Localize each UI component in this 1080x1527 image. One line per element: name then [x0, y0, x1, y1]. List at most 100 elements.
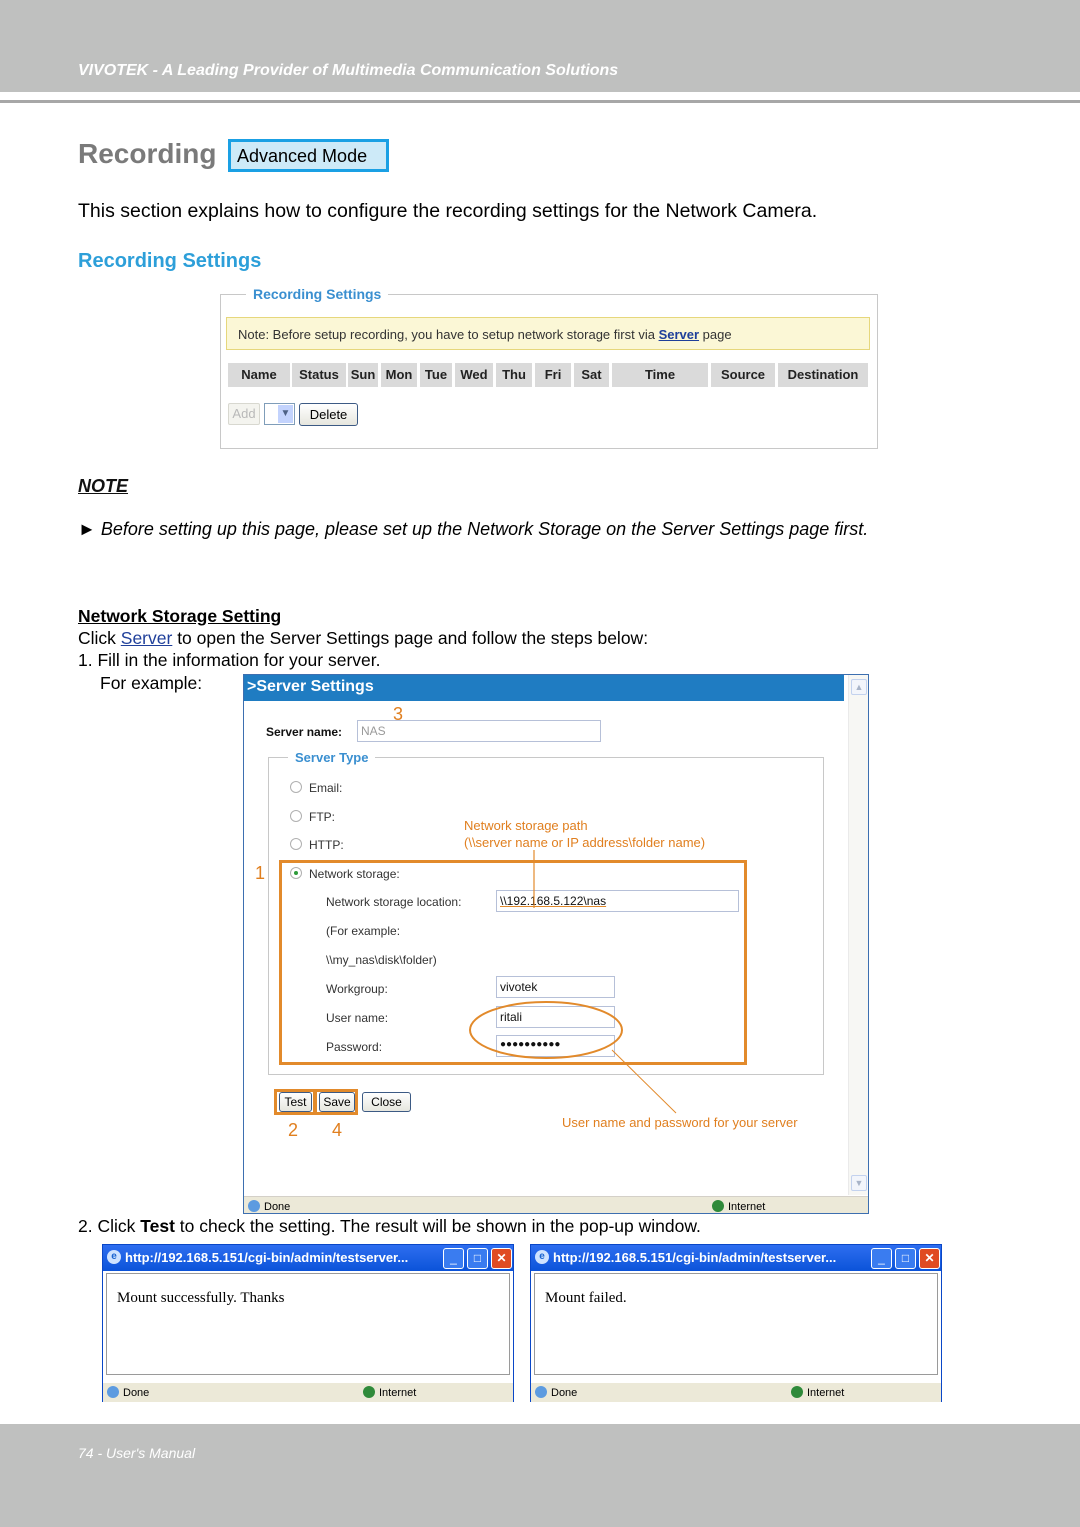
close-icon[interactable]: ✕	[491, 1248, 512, 1269]
instruction-suffix: to open the Server Settings page and fol…	[172, 628, 649, 648]
column-header: Sun	[348, 363, 378, 387]
note-text: ► Before setting up this page, please se…	[78, 519, 868, 540]
popup-message: Mount failed.	[534, 1273, 938, 1375]
callout-number-2: 2	[288, 1120, 299, 1140]
minimize-icon[interactable]: _	[871, 1248, 892, 1269]
username-label: User name:	[326, 1011, 389, 1025]
panel-legend: Recording Settings	[246, 286, 389, 302]
callout-path-line2: (\\server name or IP address\folder name…	[464, 835, 706, 850]
ie-page-icon	[535, 1386, 547, 1398]
popup-message: Mount successfully. Thanks	[106, 1273, 510, 1375]
network-storage-label: Network storage:	[309, 867, 400, 881]
column-header: Sat	[574, 363, 609, 387]
location-input[interactable]: \\192.168.5.122\nas	[496, 890, 739, 912]
status-zone: Internet	[363, 1386, 416, 1399]
server-name-input[interactable]: NAS	[357, 720, 601, 742]
scroll-down-icon[interactable]: ▼	[851, 1175, 867, 1191]
popup-failed: e http://192.168.5.151/cgi-bin/admin/test…	[530, 1244, 942, 1402]
test-button[interactable]: Test	[279, 1092, 312, 1112]
popup-title: http://192.168.5.151/cgi-bin/admin/tests…	[553, 1250, 837, 1265]
radio-http[interactable]	[290, 838, 302, 850]
note-suffix: page	[699, 327, 732, 342]
close-button[interactable]: Close	[362, 1092, 411, 1112]
callout-number-1: 1	[255, 863, 266, 883]
section-heading: Recording Settings	[78, 250, 262, 272]
callout-credentials: User name and password for your server	[562, 1115, 798, 1130]
step-2: 2. Click Test to check the setting. The …	[78, 1216, 701, 1237]
triangle-bullet-icon: ►	[78, 519, 96, 539]
server-name-label: Server name:	[266, 725, 343, 739]
instruction-prefix: Click	[78, 628, 121, 648]
network-storage-heading: Network Storage Setting	[78, 606, 282, 626]
radio-network-storage[interactable]	[290, 867, 302, 879]
note-body: Before setting up this page, please set …	[100, 519, 869, 539]
server-link[interactable]: Server	[659, 327, 699, 342]
status-done-text: Done	[123, 1387, 150, 1399]
column-header: Source	[711, 363, 775, 387]
footer-band	[0, 1424, 1080, 1527]
note-label: NOTE	[78, 476, 129, 496]
ie-icon: e	[535, 1250, 549, 1264]
username-input[interactable]: ritali	[496, 1006, 615, 1028]
status-done-text: Done	[551, 1387, 578, 1399]
step-1: 1. Fill in the information for your serv…	[78, 650, 381, 670]
status-done: Done	[535, 1386, 577, 1399]
header-tagline: VIVOTEK - A Leading Provider of Multimed…	[78, 62, 619, 79]
server-link[interactable]: Server	[121, 628, 173, 648]
column-header: Wed	[455, 363, 493, 387]
column-header: Thu	[496, 363, 532, 387]
globe-icon	[363, 1386, 375, 1398]
maximize-icon[interactable]: □	[467, 1248, 488, 1269]
location-label: Network storage location:	[326, 895, 462, 909]
example-line-1: (For example:	[326, 924, 401, 938]
for-example-label: For example:	[100, 673, 203, 693]
column-header: Mon	[381, 363, 417, 387]
status-zone: Internet	[791, 1386, 844, 1399]
popup-success: e http://192.168.5.151/cgi-bin/admin/test…	[102, 1244, 514, 1402]
status-zone-text: Internet	[807, 1387, 845, 1399]
status-done: Done	[248, 1200, 290, 1213]
close-icon[interactable]: ✕	[919, 1248, 940, 1269]
page-number: 74 - User's Manual	[78, 1445, 196, 1461]
column-header: Destination	[778, 363, 868, 387]
callout-path-line1: Network storage path	[464, 818, 588, 833]
minimize-icon[interactable]: _	[443, 1248, 464, 1269]
note-prefix: Note: Before setup recording, you have t…	[238, 327, 659, 342]
scroll-up-icon[interactable]: ▲	[851, 679, 867, 695]
password-input[interactable]: ●●●●●●●●●●	[496, 1035, 615, 1057]
status-done-text: Done	[264, 1201, 291, 1213]
workgroup-label: Workgroup:	[326, 982, 388, 996]
popup-title: http://192.168.5.151/cgi-bin/admin/tests…	[125, 1250, 409, 1265]
radio-ftp[interactable]	[290, 810, 302, 822]
popup-status-bar: Done Internet	[531, 1383, 941, 1402]
globe-icon	[791, 1386, 803, 1398]
http-label: HTTP:	[309, 838, 344, 852]
recording-select[interactable]: ▼	[264, 403, 295, 425]
popup-status-bar: Done Internet	[103, 1383, 513, 1402]
add-button[interactable]: Add	[228, 403, 260, 425]
workgroup-input[interactable]: vivotek	[496, 976, 615, 998]
globe-icon	[712, 1200, 724, 1212]
column-header: Tue	[420, 363, 452, 387]
ie-page-icon	[107, 1386, 119, 1398]
advanced-mode-badge: Advanced Mode	[228, 139, 389, 172]
storage-note: Note: Before setup recording, you have t…	[226, 317, 870, 350]
header-divider	[0, 100, 1080, 103]
maximize-icon[interactable]: □	[895, 1248, 916, 1269]
intro-text: This section explains how to configure t…	[78, 200, 818, 222]
scrollbar[interactable]: ▲ ▼	[848, 675, 868, 1195]
column-header: Time	[612, 363, 708, 387]
page-title: Recording	[78, 138, 217, 169]
ie-page-icon	[248, 1200, 260, 1212]
instruction-line: Click Server to open the Server Settings…	[78, 628, 648, 649]
location-value: \\192.168.5.122\nas	[500, 894, 607, 908]
status-zone: Internet	[712, 1200, 765, 1213]
example-line-2: \\my_nas\disk\folder)	[326, 953, 437, 967]
ie-icon: e	[107, 1250, 121, 1264]
save-button[interactable]: Save	[319, 1092, 355, 1112]
chevron-down-icon: ▼	[278, 405, 293, 423]
column-header: Status	[292, 363, 346, 387]
delete-button[interactable]: Delete	[299, 403, 358, 426]
radio-email[interactable]	[290, 781, 302, 793]
status-zone-text: Internet	[728, 1201, 766, 1213]
